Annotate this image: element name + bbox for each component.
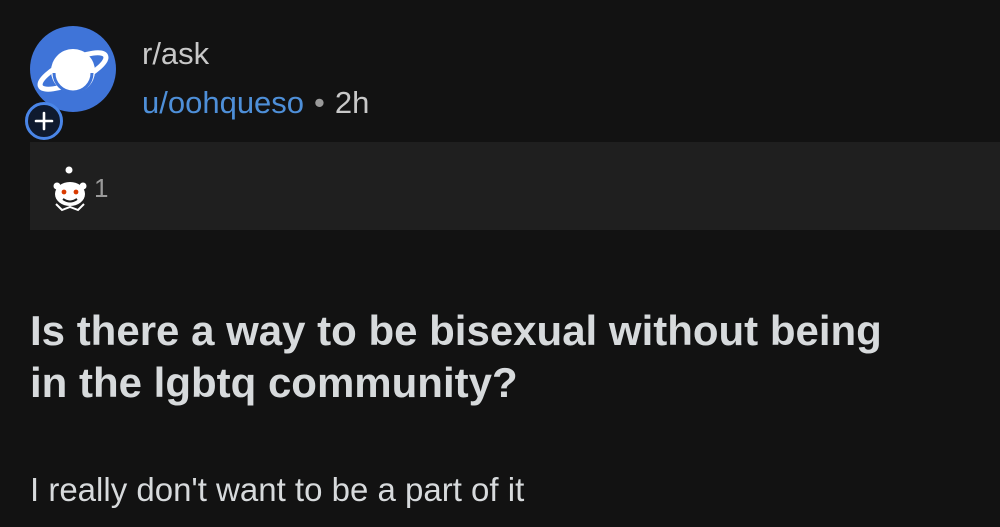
author-line: u/oohqueso • 2h <box>142 83 542 123</box>
post-title-line2: in the lgbtq community? <box>30 359 518 406</box>
join-button[interactable] <box>25 102 63 140</box>
award-button[interactable]: 1 <box>52 164 108 212</box>
post-title-line1: Is there a way to be bisexual without be… <box>30 307 882 354</box>
author-link[interactable]: u/oohqueso <box>142 85 304 120</box>
planet-icon <box>37 49 109 94</box>
subreddit-avatar-wrap <box>25 26 130 140</box>
post-title[interactable]: Is there a way to be bisexual without be… <box>30 305 1000 409</box>
post-screen: r/ask u/oohqueso • 2h 1 Is there a way t… <box>0 0 1000 527</box>
post-header: r/ask u/oohqueso • 2h <box>25 26 369 140</box>
subreddit-avatar[interactable] <box>30 26 116 112</box>
post-body: I really don't want to be a part of it <box>30 471 525 508</box>
post-meta: r/ask u/oohqueso • 2h <box>142 34 542 123</box>
award-bar: 1 <box>30 142 1000 230</box>
meta-separator: • <box>314 85 325 120</box>
snoo-award-icon <box>53 166 87 212</box>
subreddit-link[interactable]: r/ask <box>142 34 542 74</box>
viewport: r/ask u/oohqueso • 2h 1 Is there a way t… <box>0 0 1000 527</box>
post-time: 2h <box>334 85 370 120</box>
plus-icon <box>34 111 54 131</box>
award-count: 1 <box>94 173 109 203</box>
